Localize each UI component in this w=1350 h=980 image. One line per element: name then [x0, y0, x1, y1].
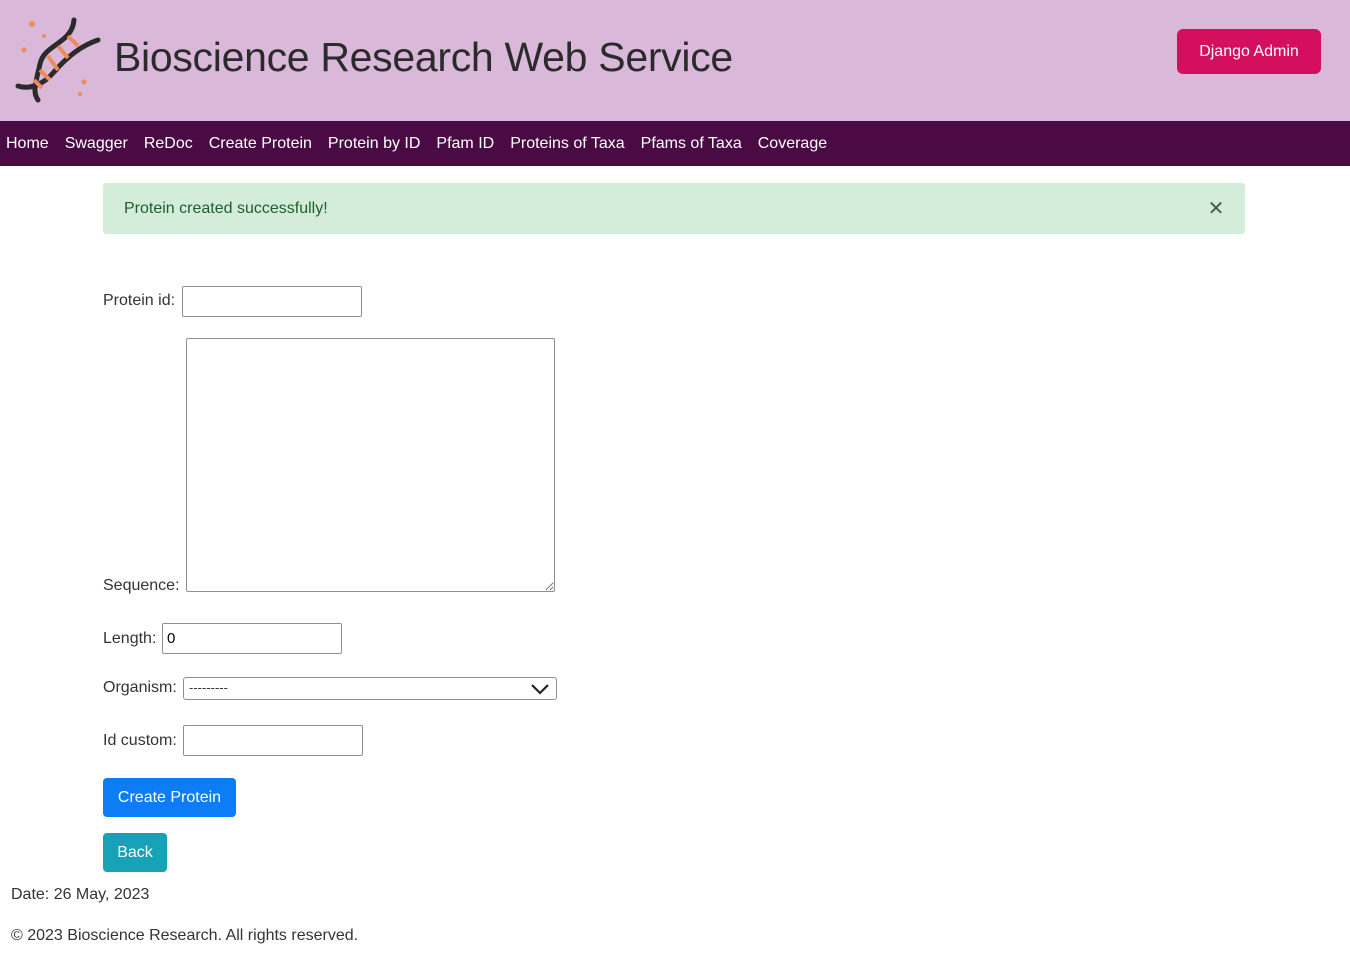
nav-item-create-protein[interactable]: Create Protein	[209, 135, 312, 153]
length-input[interactable]	[162, 623, 342, 654]
id-custom-input[interactable]	[183, 725, 363, 756]
sequence-textarea[interactable]	[186, 338, 555, 592]
navbar: Home Swagger ReDoc Create Protein Protei…	[0, 121, 1350, 166]
close-icon[interactable]: ✕	[1203, 196, 1229, 222]
id-custom-label: Id custom:	[103, 732, 177, 749]
organism-select[interactable]: ---------	[183, 677, 557, 700]
nav-item-pfams-of-taxa[interactable]: Pfams of Taxa	[641, 135, 742, 153]
nav-item-protein-by-id[interactable]: Protein by ID	[328, 135, 420, 153]
nav-item-redoc[interactable]: ReDoc	[144, 135, 193, 153]
organism-label: Organism:	[103, 679, 177, 696]
footer-date: Date: 26 May, 2023	[11, 886, 150, 903]
success-alert: Protein created successfully! ✕	[103, 183, 1245, 234]
back-button[interactable]: Back	[103, 833, 167, 872]
nav-item-pfam-id[interactable]: Pfam ID	[436, 135, 494, 153]
nav-item-swagger[interactable]: Swagger	[65, 135, 128, 153]
sequence-label: Sequence:	[103, 577, 180, 594]
dna-logo-icon	[15, 17, 101, 103]
footer-copyright: © 2023 Bioscience Research. All rights r…	[11, 927, 359, 944]
django-admin-button[interactable]: Django Admin	[1177, 29, 1321, 74]
protein-id-input[interactable]	[182, 286, 362, 317]
site-header: Bioscience Research Web Service Django A…	[0, 0, 1350, 121]
nav-item-proteins-of-taxa[interactable]: Proteins of Taxa	[510, 135, 624, 153]
organism-selected-value: ---------	[189, 680, 228, 695]
site-title: Bioscience Research Web Service	[114, 34, 733, 80]
chevron-down-icon	[531, 684, 549, 695]
nav-item-coverage[interactable]: Coverage	[758, 135, 827, 153]
alert-message: Protein created successfully!	[124, 200, 328, 217]
protein-id-label: Protein id:	[103, 292, 176, 309]
nav-item-home[interactable]: Home	[6, 135, 49, 153]
create-protein-button[interactable]: Create Protein	[103, 778, 236, 817]
length-label: Length:	[103, 630, 157, 647]
